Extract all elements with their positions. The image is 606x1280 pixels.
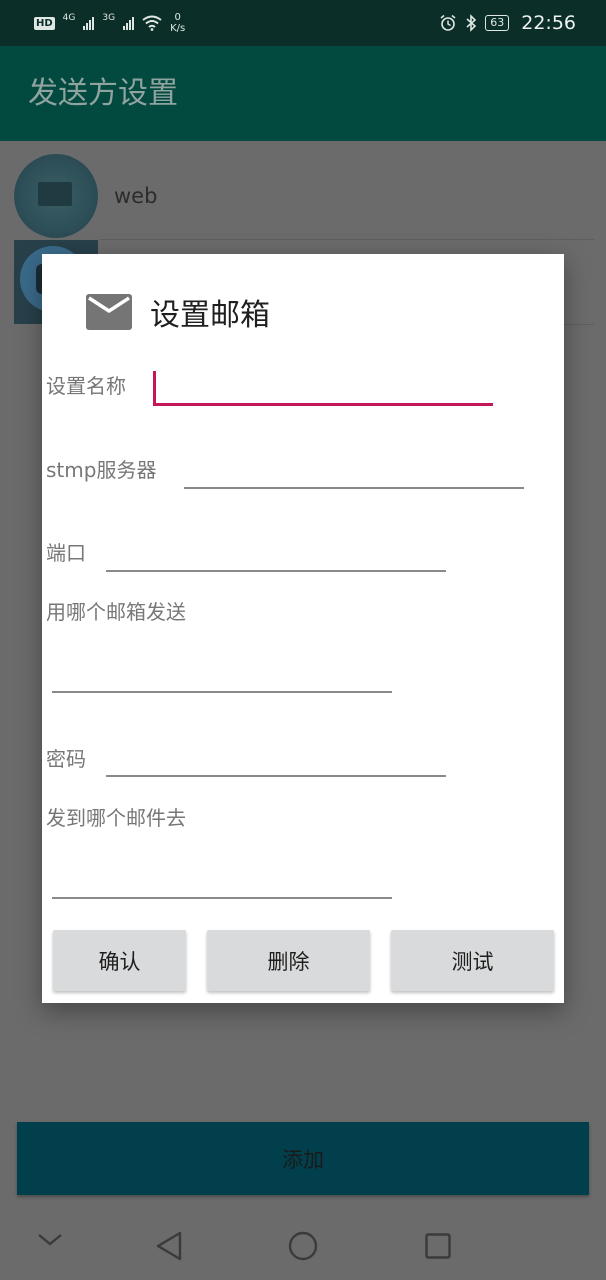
- speed-value: 0: [174, 12, 181, 23]
- clock: 22:56: [521, 12, 576, 34]
- bluetooth-icon: [466, 14, 477, 32]
- recents-icon[interactable]: [424, 1232, 452, 1260]
- signal-icon-2: [123, 16, 135, 30]
- smtp-input[interactable]: [184, 457, 524, 489]
- wifi-icon: [142, 15, 162, 31]
- app-bar: 发送方设置: [0, 46, 606, 141]
- email-settings-dialog: 设置邮箱 设置名称 stmp服务器 端口 用哪个邮箱发送 密码 发到哪个邮件去 …: [42, 254, 564, 1003]
- dialog-title: 设置邮箱: [150, 298, 270, 333]
- network-3g-label: 3G: [102, 12, 116, 23]
- list-item[interactable]: web: [0, 154, 606, 240]
- text-cursor: [153, 371, 156, 405]
- alarm-icon: [440, 14, 456, 31]
- smtp-label: stmp服务器: [46, 458, 157, 482]
- network-speed: 0 K/s: [170, 12, 185, 34]
- network-4g-label: 4G: [62, 12, 76, 23]
- add-button[interactable]: 添加: [17, 1122, 589, 1195]
- delete-button-label: 删除: [267, 949, 310, 974]
- mail-icon: [86, 294, 132, 330]
- navigation-bar: [0, 1210, 606, 1280]
- status-right: 63 22:56: [439, 12, 576, 34]
- hd-badge: HD: [34, 16, 55, 30]
- confirm-button[interactable]: 确认: [53, 930, 186, 991]
- password-input[interactable]: [106, 745, 446, 777]
- status-bar: HD 4G 3G 0 K/s 63 22:56: [0, 0, 606, 46]
- battery-indicator: 63: [485, 15, 510, 31]
- port-label: 端口: [46, 541, 86, 565]
- chevron-down-icon[interactable]: [36, 1232, 64, 1248]
- speed-unit: K/s: [170, 23, 186, 34]
- back-icon[interactable]: [154, 1230, 184, 1262]
- password-label: 密码: [46, 747, 86, 771]
- add-button-label: 添加: [282, 1147, 324, 1172]
- recipient-email-label: 发到哪个邮件去: [46, 806, 186, 830]
- test-button-label: 测试: [451, 949, 494, 974]
- name-label: 设置名称: [46, 374, 126, 398]
- list-divider: [100, 239, 594, 240]
- confirm-button-label: 确认: [98, 949, 141, 974]
- name-input[interactable]: [153, 371, 493, 406]
- port-input[interactable]: [106, 540, 446, 572]
- avatar: [14, 154, 98, 238]
- sender-email-label: 用哪个邮箱发送: [46, 600, 186, 624]
- page-title: 发送方设置: [28, 76, 178, 111]
- test-button[interactable]: 测试: [391, 930, 554, 991]
- home-icon[interactable]: [287, 1230, 319, 1262]
- signal-icon: [83, 16, 95, 30]
- list-item-label: web: [114, 184, 158, 208]
- status-left: HD 4G 3G 0 K/s: [34, 12, 185, 34]
- delete-button[interactable]: 删除: [207, 930, 370, 991]
- recipient-email-input[interactable]: [52, 867, 392, 899]
- dialog-header: 设置邮箱: [86, 290, 270, 334]
- sender-email-input[interactable]: [52, 661, 392, 693]
